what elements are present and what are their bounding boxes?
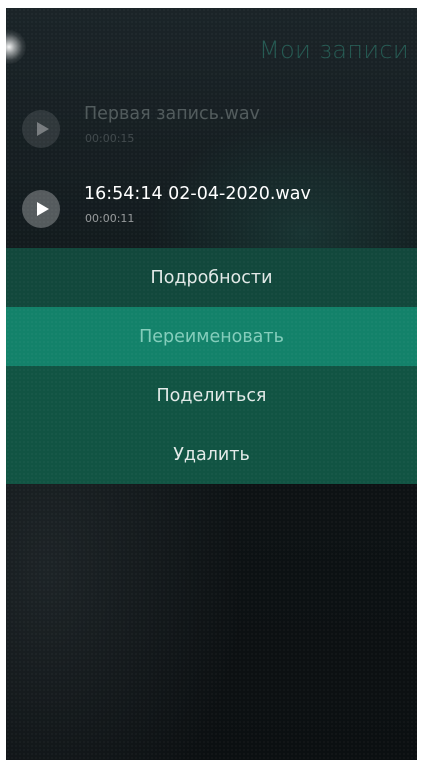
play-button[interactable]	[22, 110, 60, 148]
recording-duration: 00:00:15	[85, 132, 135, 145]
menu-item-rename[interactable]: Переименовать	[6, 307, 417, 366]
play-icon	[36, 122, 49, 136]
recording-item-selected[interactable]: 16:54:14 02-04-2020.wav 00:00:11	[6, 180, 417, 250]
pulley-menu-indicator[interactable]	[6, 30, 26, 64]
app-screen: Мои записи Первая запись.wav 00:00:15 16…	[6, 8, 417, 760]
menu-item-delete[interactable]: Удалить	[6, 425, 417, 484]
page-title: Мои записи	[258, 36, 409, 64]
context-menu: Подробности Переименовать Поделиться Уда…	[6, 248, 417, 484]
play-icon	[36, 202, 49, 216]
recording-name: 16:54:14 02-04-2020.wav	[84, 184, 311, 204]
recording-duration: 00:00:11	[85, 212, 135, 225]
menu-item-share[interactable]: Поделиться	[6, 366, 417, 425]
play-button[interactable]	[22, 190, 60, 228]
recording-name: Первая запись.wav	[84, 104, 260, 124]
recording-item[interactable]: Первая запись.wav 00:00:15	[6, 100, 417, 170]
menu-item-details[interactable]: Подробности	[6, 248, 417, 307]
